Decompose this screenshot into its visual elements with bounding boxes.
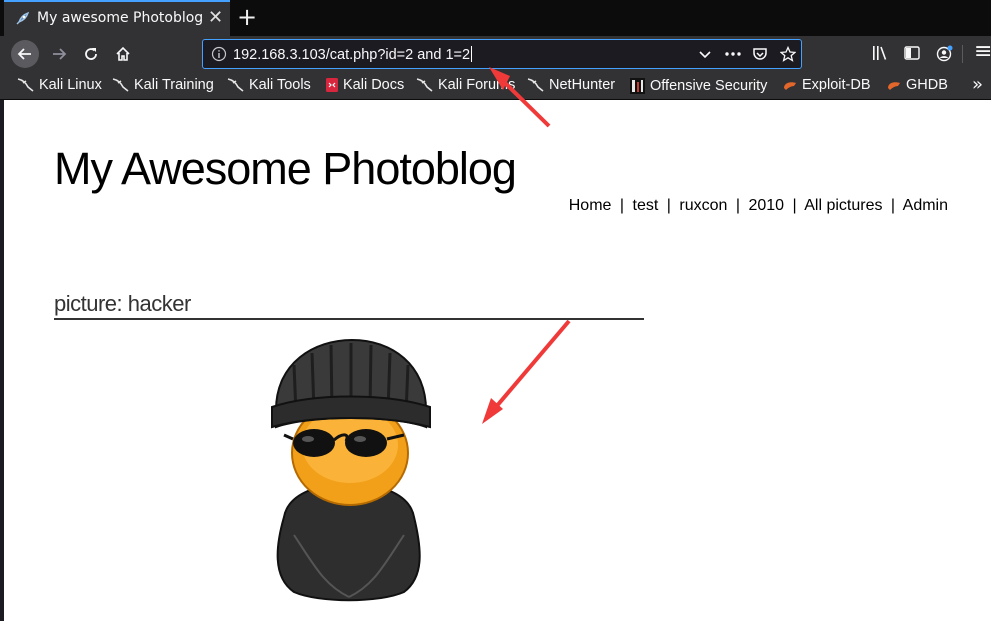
close-tab-icon[interactable]: ✕ [208,7,223,28]
bookmark-kali-training[interactable]: Kali Training [112,77,214,93]
back-button[interactable] [11,40,39,68]
kali-dragon-icon [527,78,544,92]
site-title: My Awesome Photoblog [54,143,517,194]
back-arrow-icon [17,48,31,60]
kali-dragon-icon [227,78,244,92]
bookmark-kali-docs[interactable]: Kali Docs [325,77,404,93]
bookmark-nethunter[interactable]: NetHunter [527,77,615,93]
bookmark-kali-tools[interactable]: Kali Tools [227,77,311,93]
bookmark-offensive-security[interactable]: Offensive Security [629,77,767,95]
web-page: My Awesome Photoblog Home | test | ruxco… [4,100,991,621]
bookmark-ghdb[interactable]: GHDB [886,77,948,93]
bookmark-exploit-db[interactable]: Exploit-DB [782,77,871,93]
kali-dragon-icon [112,78,129,92]
reload-button[interactable] [77,40,105,68]
menu-icon[interactable]: ≡ [974,39,991,64]
nav-separator: | [890,197,896,214]
forward-button[interactable] [45,40,73,68]
nav-link-admin[interactable]: Admin [903,197,948,214]
exploitdb-icon [784,82,796,90]
nav-separator: | [735,197,740,214]
account-icon[interactable] [936,45,954,67]
sidebar-icon[interactable] [904,45,920,65]
reload-icon [85,48,97,60]
bookmarks-overflow-icon[interactable]: » [972,74,983,95]
rocket-favicon-icon [14,11,30,27]
library-icon[interactable] [872,45,890,65]
pocket-icon[interactable] [752,46,768,66]
chevron-down-icon[interactable] [697,46,713,66]
text-caret [471,46,473,62]
nav-link-all-pictures[interactable]: All pictures [804,197,882,214]
tab-photoblog[interactable]: My awesome Photoblog ✕ [4,0,230,36]
nav-separator: | [619,197,625,214]
tab-title: My awesome Photoblog [37,10,204,26]
bookmark-star-icon[interactable] [779,45,797,66]
bookmark-kali-forums[interactable]: Kali Forums [416,77,515,93]
bookmarks-toolbar: Kali Linux Kali Training Kali Tools Kali… [0,72,991,100]
url-bar[interactable]: 192.168.3.103/cat.php?id=2 and 1=2 [202,39,802,69]
new-tab-button[interactable]: + [236,3,258,31]
kali-dragon-icon [17,78,34,92]
navigation-toolbar: 192.168.3.103/cat.php?id=2 and 1=2 ≡ [0,36,991,72]
bookmark-kali-linux[interactable]: Kali Linux [17,77,102,93]
home-icon [116,46,130,61]
offsec-icon [630,78,645,94]
nav-separator: | [666,197,671,214]
nav-link-home[interactable]: Home [569,197,612,214]
home-button[interactable] [109,40,137,68]
kali-docs-icon [326,78,338,92]
tab-strip: My awesome Photoblog ✕ + [0,0,991,36]
page-actions-icon[interactable] [724,46,742,66]
kali-dragon-icon [416,78,433,92]
nav-link-2010[interactable]: 2010 [748,197,784,214]
nav-link-ruxcon[interactable]: ruxcon [679,197,727,214]
site-info-icon[interactable] [211,46,227,66]
exploitdb-icon [888,82,900,90]
hacker-avatar-image [271,338,431,602]
forward-arrow-icon [53,48,67,60]
picture-heading: picture: hacker [54,291,644,320]
url-input[interactable]: 192.168.3.103/cat.php?id=2 and 1=2 [233,46,473,63]
nav-separator: | [792,197,797,214]
site-navigation: Home | test | ruxcon | 2010 | All pictur… [569,197,948,215]
nav-link-test[interactable]: test [633,197,659,214]
toolbar-divider [962,45,963,63]
